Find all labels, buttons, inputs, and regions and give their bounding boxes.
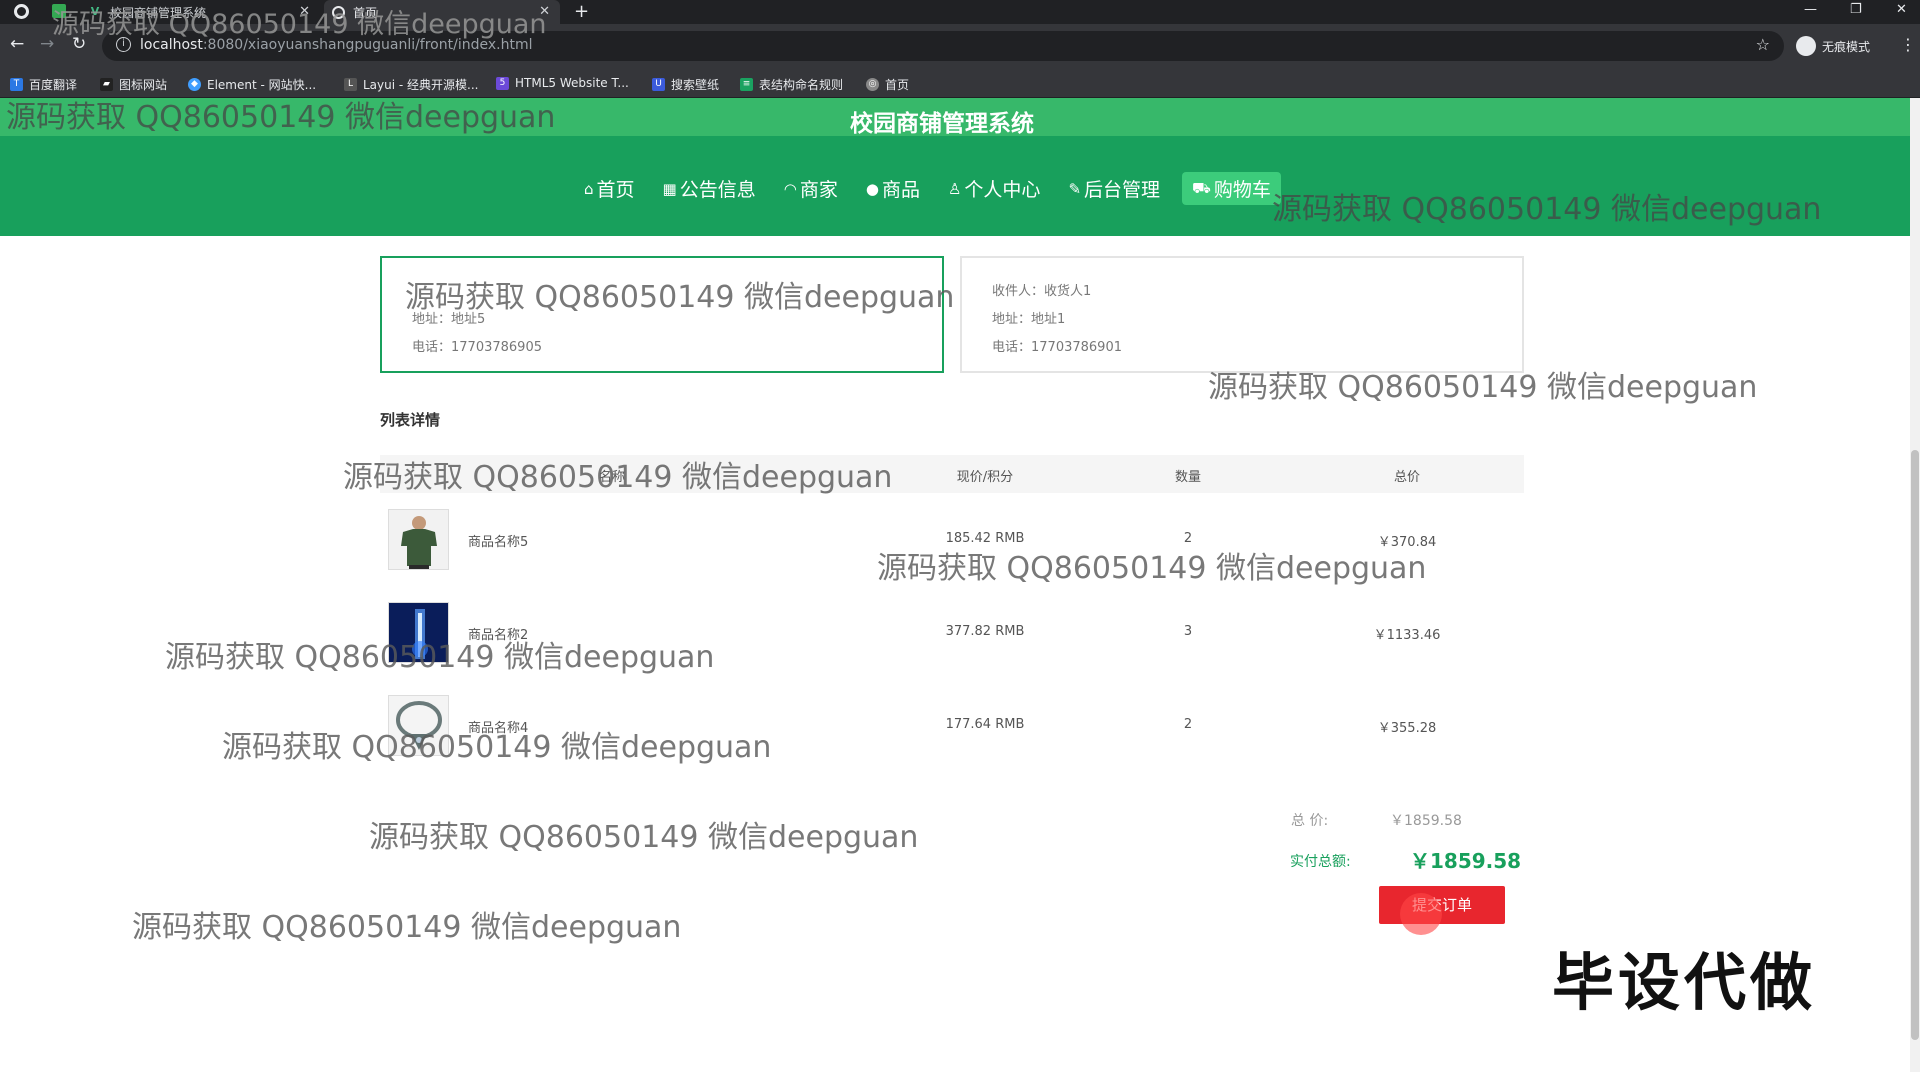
table-row: 商品名称4 177.64 RMB 2 ￥355.28: [380, 687, 1524, 765]
forward-icon[interactable]: →: [40, 34, 54, 54]
product-total: ￥370.84: [1377, 535, 1437, 550]
user-icon: ♙: [947, 179, 962, 198]
product-price: 185.42 RMB: [945, 531, 1025, 546]
address-bar[interactable]: i localhost:8080/xiaoyuanshangpuguanli/f…: [102, 31, 1784, 61]
watermark: 源码获取 QQ86050149 微信deepguan: [132, 910, 682, 945]
address-phone: 电话：17703786905: [412, 340, 542, 355]
close-tab-icon[interactable]: ✕: [299, 4, 310, 19]
nav-merchant[interactable]: ◠ 商家: [784, 175, 838, 202]
bookmark-item[interactable]: ▰ 图标网站: [100, 76, 167, 93]
bookmark-icon: ◎: [866, 78, 879, 91]
tab-title: 首页: [353, 5, 378, 20]
product-image-necklace[interactable]: [388, 695, 449, 756]
tab-title: 校园商铺管理系统: [110, 5, 207, 20]
close-window-icon[interactable]: ✕: [1896, 2, 1907, 17]
nav-home[interactable]: ⌂ 首页: [584, 175, 635, 202]
header-price: 现价/积分: [956, 470, 1014, 485]
url-text[interactable]: localhost:8080/xiaoyuanshangpuguanli/fro…: [140, 37, 532, 53]
reload-icon[interactable]: ↻: [72, 34, 86, 54]
bookmark-item[interactable]: U 搜索壁纸: [652, 76, 719, 93]
bookmark-icon: ≡: [740, 78, 753, 91]
nav-cart[interactable]: ⛟ 购物车: [1182, 172, 1281, 205]
nav-goods[interactable]: ● 商品: [866, 175, 920, 202]
product-image-tshirt[interactable]: [388, 509, 449, 570]
back-icon[interactable]: ←: [10, 34, 24, 54]
bookmark-item[interactable]: T 百度翻译: [10, 76, 77, 93]
product-image-phone[interactable]: [388, 602, 449, 663]
bookmarks-bar: T 百度翻译 ▰ 图标网站 ◆ Element - 网站快... L Layui - 经…: [0, 70, 1920, 98]
header-total: 总价: [1393, 470, 1420, 485]
product-name: 商品名称4: [468, 721, 529, 736]
total-label: 总 价:: [1291, 813, 1329, 829]
bookmark-icon: U: [652, 78, 665, 91]
table-row: 商品名称5 185.42 RMB 2 ￥370.84: [380, 501, 1524, 579]
address-line: 地址：地址1: [992, 312, 1066, 327]
new-tab-icon[interactable]: +: [574, 1, 589, 22]
main-nav: ⌂ 首页 ▦ 公告信息 ◠ 商家 ● 商品 ♙ 个人中心 ✎ 后台管理 ⛟ 购物车: [584, 172, 1309, 205]
cart-icon: ⛟: [1192, 178, 1211, 197]
bookmark-item[interactable]: 5 HTML5 Website T...: [496, 76, 629, 90]
nav-notice[interactable]: ▦ 公告信息: [663, 175, 756, 202]
nav-personal-center[interactable]: ♙ 个人中心: [948, 175, 1040, 202]
bookmark-icon: ◆: [188, 78, 201, 91]
product-name: 商品名称2: [468, 628, 529, 643]
browser-menu-icon[interactable]: ⋮: [1900, 35, 1916, 54]
incognito-label: 无痕模式: [1822, 39, 1871, 54]
site-title: 校园商铺管理系统: [850, 111, 1034, 137]
tab-home[interactable]: 首页 ✕: [324, 0, 560, 24]
address-line: 地址：地址5: [412, 312, 486, 327]
total-value: ￥1859.58: [1390, 813, 1462, 829]
vue-favicon-icon: V: [90, 5, 100, 18]
merchant-icon: ◠: [783, 179, 797, 198]
product-total: ￥355.28: [1377, 721, 1437, 736]
scrollbar-thumb[interactable]: [1911, 450, 1919, 1040]
bookmark-icon: ▰: [100, 78, 113, 91]
bookmark-icon: T: [10, 78, 23, 91]
notice-icon: ▦: [662, 179, 677, 198]
pay-value: ￥1859.58: [1410, 849, 1522, 873]
tab-campus-shop[interactable]: V 校园商铺管理系统 ✕: [80, 0, 320, 24]
home-icon: ⌂: [584, 179, 594, 198]
product-name: 商品名称5: [468, 535, 529, 550]
product-qty: 2: [1183, 717, 1193, 732]
bookmark-icon: 5: [496, 76, 509, 90]
product-price: 177.64 RMB: [945, 717, 1025, 732]
address-phone: 电话：17703786901: [992, 340, 1122, 355]
product-price: 377.82 RMB: [945, 624, 1025, 639]
bookmark-item[interactable]: ≡ 表结构命名规则: [740, 76, 843, 93]
minimize-icon[interactable]: —: [1804, 2, 1817, 17]
incognito-indicator[interactable]: 无痕模式: [1796, 36, 1870, 56]
browser-logo-icon: [14, 4, 29, 19]
bookmark-star-icon[interactable]: ☆: [1756, 35, 1770, 54]
address-card-selected[interactable]: 地址：地址5 电话：17703786905: [380, 256, 944, 373]
restore-icon[interactable]: ❐: [1850, 2, 1862, 17]
incognito-icon: [1796, 36, 1816, 56]
table-row: 商品名称2 377.82 RMB 3 ￥1133.46: [380, 594, 1524, 672]
link-icon: ✎: [1068, 179, 1082, 198]
header-qty: 数量: [1174, 470, 1201, 485]
product-qty: 2: [1183, 531, 1193, 546]
pinned-tab-icon[interactable]: [52, 4, 66, 18]
address-receiver: 收件人：收货人1: [992, 284, 1092, 299]
bookmark-icon: L: [344, 78, 357, 91]
browser-tab-bar: V 校园商铺管理系统 ✕ 首页 ✕ + — ❐ ✕: [0, 0, 1920, 24]
bookmark-item[interactable]: ◎ 首页: [866, 76, 909, 93]
pay-label: 实付总额:: [1290, 854, 1351, 870]
nav-admin[interactable]: ✎ 后台管理: [1068, 175, 1160, 202]
product-qty: 3: [1183, 624, 1193, 639]
header-name: 名称: [598, 470, 625, 485]
goods-icon: ●: [865, 179, 879, 198]
bookmark-item[interactable]: ◆ Element - 网站快...: [188, 76, 316, 93]
promo-stamp: 毕设代做: [1552, 946, 1817, 1019]
globe-favicon-icon: [332, 5, 345, 19]
bookmark-item[interactable]: L Layui - 经典开源模...: [344, 76, 478, 93]
list-title: 列表详情: [380, 411, 441, 429]
table-header: 名称 现价/积分 数量 总价: [380, 455, 1524, 493]
address-card[interactable]: 收件人：收货人1 地址：地址1 电话：17703786901: [960, 256, 1524, 373]
watermark: 源码获取 QQ86050149 微信deepguan: [369, 820, 919, 855]
site-info-icon[interactable]: i: [116, 37, 131, 52]
submit-order-button[interactable]: 提交订单: [1379, 886, 1505, 924]
close-tab-icon[interactable]: ✕: [539, 4, 550, 19]
product-total: ￥1133.46: [1373, 628, 1441, 643]
